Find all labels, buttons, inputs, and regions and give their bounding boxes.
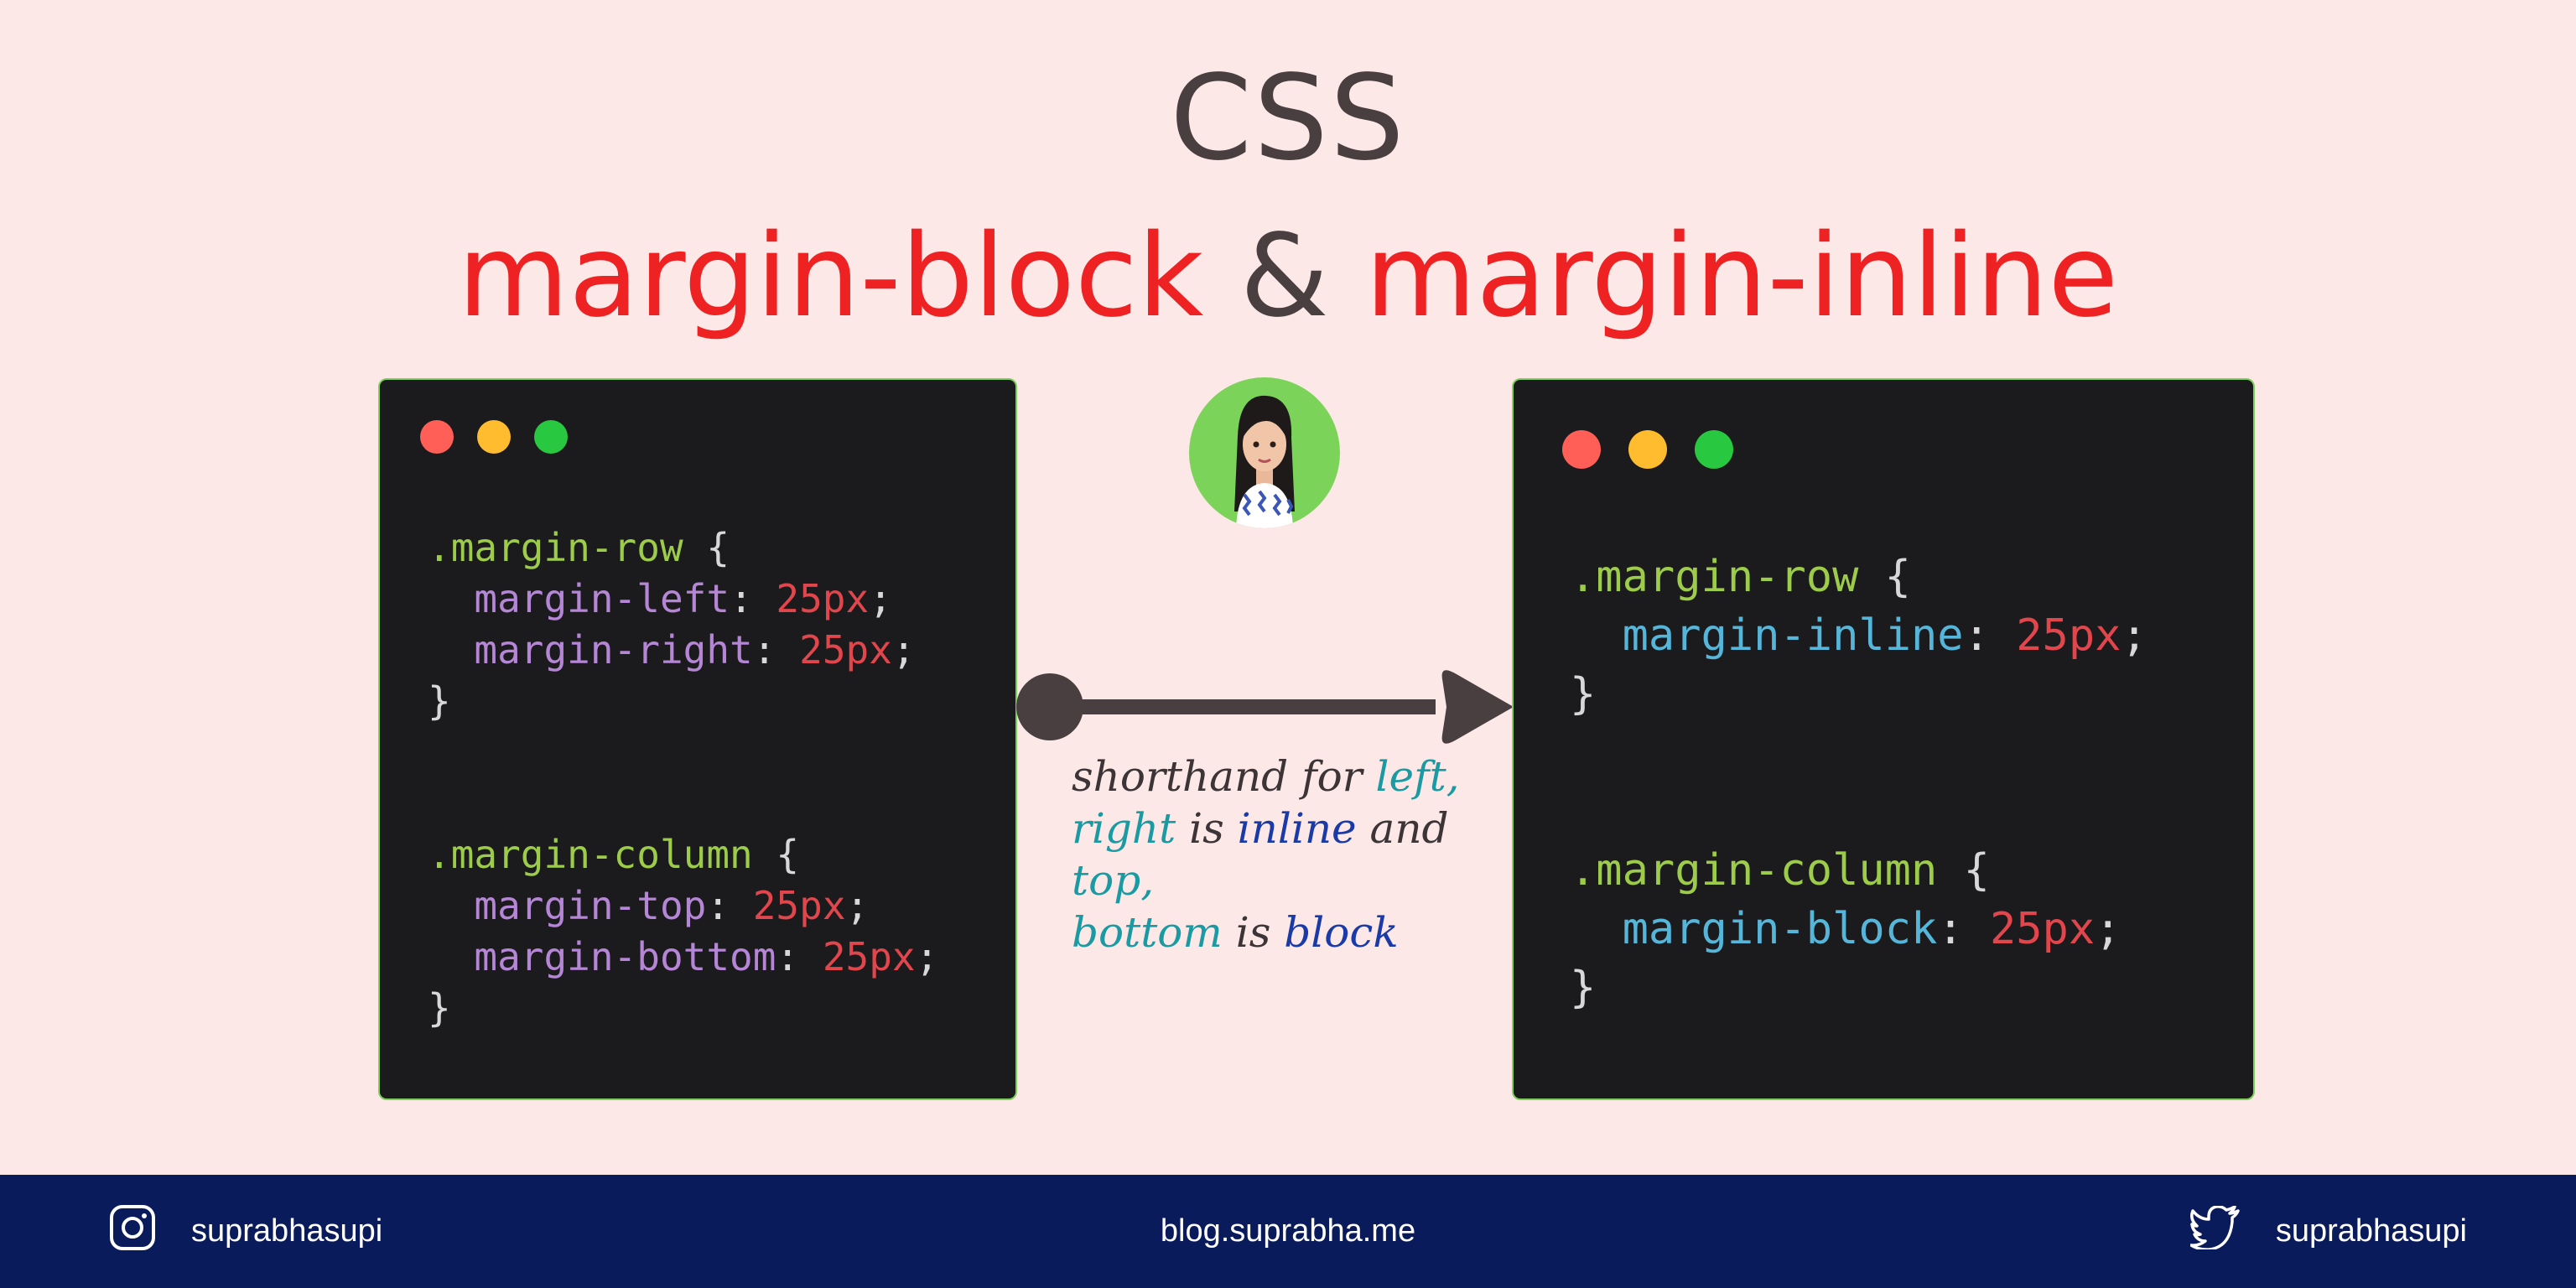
value: 25px: [822, 934, 916, 979]
prop-margin-right: margin-right: [474, 627, 753, 673]
code-window-after: .margin-row { margin-inline: 25px; } .ma…: [1514, 380, 2253, 1098]
window-minimize-dot: [477, 420, 511, 454]
title-margin-block: margin-block: [457, 210, 1204, 343]
close-brace: }: [1570, 963, 1597, 1013]
open-brace: {: [683, 525, 730, 570]
title-margin-inline: margin-inline: [1364, 210, 2119, 343]
avatar-illustration: [1189, 377, 1340, 528]
note-text: and: [1356, 804, 1449, 853]
selector-margin-row: .margin-row: [1570, 552, 1859, 602]
note-text: is: [1176, 804, 1238, 853]
close-brace: }: [428, 985, 451, 1031]
window-minimize-dot: [1628, 430, 1667, 469]
note-word-block: block: [1284, 908, 1399, 957]
title-css: CSS: [1170, 50, 1406, 187]
ampersand-text: &: [1239, 210, 1329, 343]
close-brace: }: [1570, 669, 1597, 719]
twitter-handle: suprabhasupi: [2275, 1213, 2467, 1249]
note-text: shorthand for: [1072, 752, 1376, 801]
window-close-dot: [420, 420, 454, 454]
selector-margin-column: .margin-column: [1570, 845, 1938, 896]
twitter-icon: [2189, 1204, 2241, 1258]
open-brace: {: [1937, 845, 1990, 896]
window-maximize-dot: [534, 420, 568, 454]
window-maximize-dot: [1695, 430, 1733, 469]
note-word-right: right: [1072, 804, 1176, 853]
code-window-before: .margin-row { margin-left: 25px; margin-…: [380, 380, 1015, 1098]
selector-margin-row: .margin-row: [428, 525, 683, 570]
shorthand-note: shorthand for left, right is inline and t…: [1072, 750, 1541, 958]
open-brace: {: [752, 832, 800, 877]
note-word-left: left,: [1375, 752, 1460, 801]
blog-url: blog.suprabha.me: [1160, 1213, 1416, 1249]
prop-margin-inline: margin-inline: [1622, 610, 1964, 661]
prop-margin-bottom: margin-bottom: [474, 934, 776, 979]
prop-margin-top: margin-top: [474, 883, 707, 928]
avatar-svg: [1234, 395, 1295, 528]
close-brace: }: [428, 678, 451, 724]
window-close-dot: [1562, 430, 1601, 469]
note-word-bottom: bottom: [1072, 908, 1223, 957]
prop-margin-block: margin-block: [1622, 904, 1938, 954]
value: 25px: [2016, 610, 2122, 661]
prop-margin-left: margin-left: [474, 576, 730, 621]
note-word-inline: inline: [1237, 804, 1357, 853]
twitter-link[interactable]: suprabhasupi: [2189, 1175, 2467, 1288]
title-subheading: margin-block & margin-inline: [0, 205, 2576, 348]
code-block-shorthand: .margin-row { margin-inline: 25px; } .ma…: [1570, 552, 2148, 1013]
selector-margin-column: .margin-column: [428, 832, 753, 877]
note-text: is: [1222, 908, 1285, 957]
open-brace: {: [1858, 552, 1911, 602]
value: 25px: [799, 627, 892, 673]
code-block-longhand: .margin-row { margin-left: 25px; margin-…: [428, 525, 939, 1031]
value: 25px: [752, 883, 846, 928]
value: 25px: [776, 576, 870, 621]
footer-bar: suprabhasupi blog.suprabha.me suprabhasu…: [0, 1175, 2576, 1288]
title-ampersand: &: [1203, 210, 1365, 343]
note-word-top: top,: [1072, 856, 1155, 905]
value: 25px: [1989, 904, 2096, 954]
